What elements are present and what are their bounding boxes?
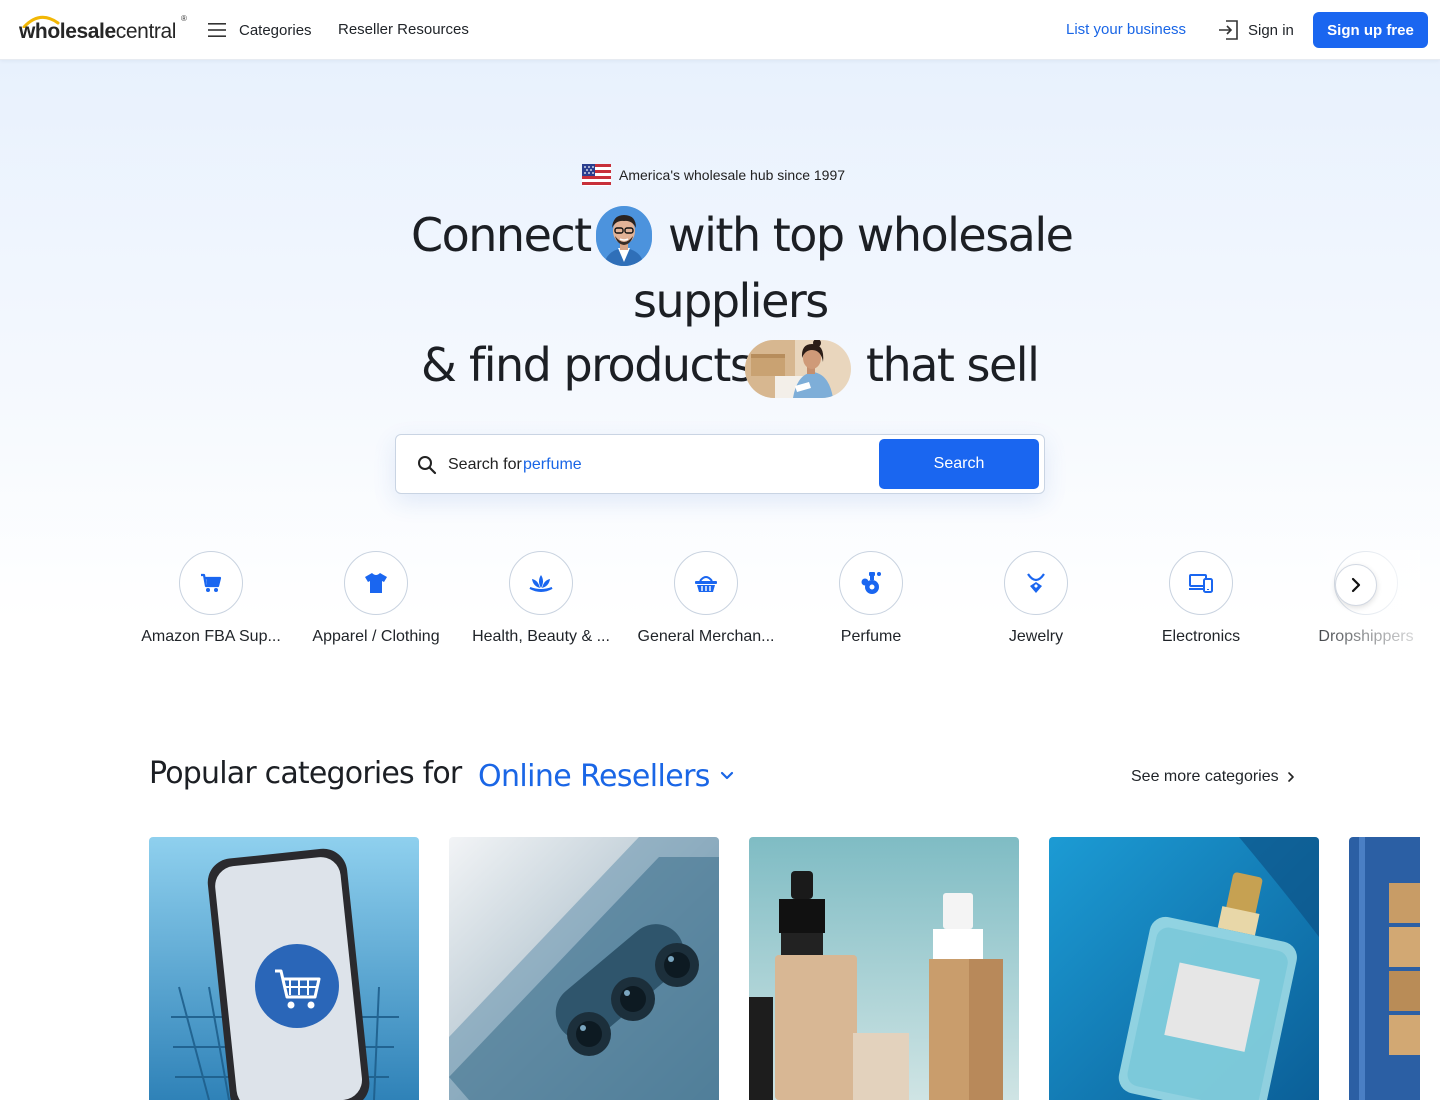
- category-carousel-next-button[interactable]: [1335, 564, 1377, 606]
- sign-in-icon: [1219, 20, 1238, 40]
- category-label: Electronics: [1161, 628, 1241, 645]
- headline-ampersand: &: [421, 338, 457, 392]
- popular-category-cards: [0, 837, 1420, 1100]
- category-carousel: Amazon FBA Sup... Apparel / Clothing Hea…: [0, 550, 1420, 660]
- category-card-amazon-fba[interactable]: [149, 837, 419, 1100]
- card-image-perfume-bottle: [1049, 837, 1319, 1100]
- card-image-warehouse-boxes: [1349, 837, 1420, 1100]
- headline-word-connect: Connect: [411, 208, 592, 262]
- category-label: Health, Beauty & ...: [472, 628, 610, 645]
- chevron-right-icon: [1351, 577, 1361, 593]
- popular-categories-title: Popular categories for: [149, 756, 462, 791]
- categories-menu-button[interactable]: Categories: [208, 18, 312, 42]
- category-card-electronics[interactable]: [449, 837, 719, 1100]
- category-label: Apparel / Clothing: [312, 628, 440, 645]
- category-label: General Merchan...: [637, 628, 775, 645]
- search-placeholder-suggestion: perfume: [523, 456, 582, 473]
- category-card-perfume[interactable]: [1049, 837, 1319, 1100]
- see-more-categories-link[interactable]: See more categories: [1131, 766, 1295, 788]
- headline-with-top-wholesale: with top wholesale: [668, 208, 1074, 262]
- headline-word-suppliers: suppliers: [633, 274, 829, 328]
- cart-icon: [201, 573, 222, 592]
- top-navigation-bar: wholesalecentral ® Categories Reseller R…: [0, 0, 1440, 60]
- category-card-dropshippers[interactable]: [1349, 837, 1420, 1100]
- category-card-health-beauty[interactable]: [749, 837, 1019, 1100]
- audience-selected-value: Online Resellers: [478, 758, 710, 794]
- tshirt-icon: [365, 573, 387, 593]
- devices-icon: [1189, 574, 1213, 593]
- headline-that-sell: that sell: [866, 338, 1040, 392]
- category-label: Amazon FBA Sup...: [141, 628, 281, 645]
- logo-text: wholesalecentral: [19, 20, 177, 43]
- card-image-phone-cart: [149, 837, 419, 1100]
- category-label: Dropshippers: [1318, 628, 1414, 645]
- category-item-amazon-fba[interactable]: Amazon FBA Sup...: [136, 550, 286, 660]
- perfume-icon: [861, 572, 881, 594]
- sign-in-button[interactable]: Sign in: [1218, 18, 1294, 42]
- category-item-health-beauty[interactable]: Health, Beauty & ...: [466, 550, 616, 660]
- category-item-jewelry[interactable]: Jewelry: [961, 550, 1111, 660]
- category-item-electronics[interactable]: Electronics: [1126, 550, 1276, 660]
- reseller-resources-link[interactable]: Reseller Resources: [338, 21, 469, 38]
- chevron-down-icon: [720, 771, 733, 780]
- reseller-avatar-photo: [745, 340, 851, 398]
- search-bar[interactable]: Search for perfume Search: [395, 434, 1045, 494]
- logo-registered-mark: ®: [181, 14, 187, 23]
- category-item-general-merchandise[interactable]: General Merchan...: [631, 550, 781, 660]
- see-more-categories-label: See more categories: [1131, 768, 1279, 785]
- category-item-apparel[interactable]: Apparel / Clothing: [301, 550, 451, 660]
- category-label: Jewelry: [1008, 628, 1064, 645]
- search-placeholder-prefix: Search for: [448, 456, 522, 473]
- sign-in-label: Sign in: [1248, 21, 1294, 39]
- audience-selector-dropdown[interactable]: Online Resellers: [478, 756, 734, 796]
- search-button[interactable]: Search: [879, 439, 1039, 489]
- lotus-icon: [529, 575, 553, 592]
- chevron-right-icon: [1287, 772, 1294, 782]
- hero-tagline: America's wholesale hub since 1997: [582, 163, 845, 187]
- us-flag-icon: [582, 164, 611, 186]
- sign-up-free-button[interactable]: Sign up free: [1313, 12, 1428, 48]
- hamburger-menu-icon: [208, 23, 226, 37]
- headline-find-products: find products: [469, 338, 754, 392]
- categories-menu-label: Categories: [239, 21, 312, 39]
- necklace-icon: [1027, 573, 1045, 593]
- category-label: Perfume: [840, 628, 902, 645]
- basket-icon: [695, 576, 717, 592]
- wholesalecentral-logo[interactable]: wholesalecentral ®: [19, 14, 187, 44]
- card-image-cosmetic-bottles: [749, 837, 1019, 1100]
- tagline-text: America's wholesale hub since 1997: [619, 167, 846, 183]
- card-image-phone-camera: [449, 837, 719, 1100]
- search-icon: [418, 456, 437, 475]
- supplier-avatar-photo: [596, 206, 652, 266]
- list-your-business-link[interactable]: List your business: [1066, 21, 1186, 38]
- category-item-perfume[interactable]: Perfume: [796, 550, 946, 660]
